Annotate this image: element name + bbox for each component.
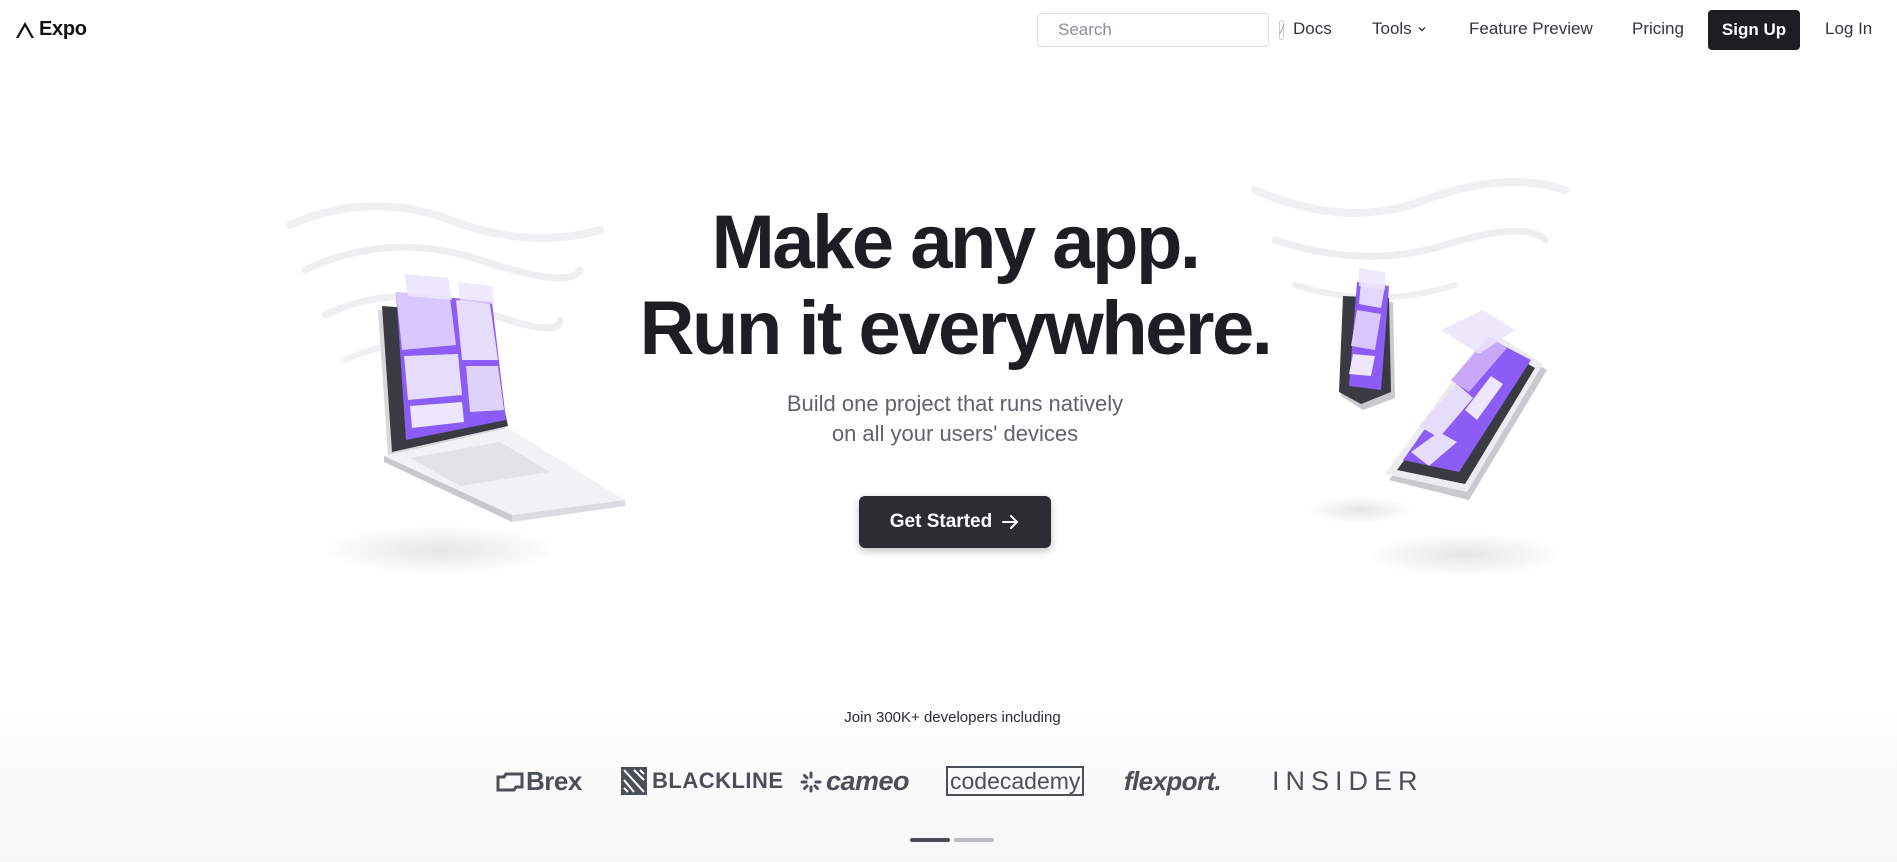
sign-up-button[interactable]: Sign Up [1708,10,1800,50]
nav-link-docs[interactable]: Docs [1293,19,1332,39]
carousel-indicator-1[interactable] [910,838,950,842]
search-shortcut-key: / [1279,20,1285,40]
log-in-link[interactable]: Log In [1825,19,1872,39]
brex-logo: Brex [496,766,582,797]
join-developers-text: Join 300K+ developers including [844,709,1061,726]
chevron-down-icon [1418,27,1426,32]
arrow-right-icon [1002,515,1019,529]
nav-link-tools[interactable]: Tools [1372,19,1427,39]
codecademy-logo: codecademy [946,766,1085,796]
hero-subtitle-line-1: Build one project that runs natively [786,391,1124,416]
top-navigation: Expo / Docs Tools Feature Preview Pricin… [0,0,1897,60]
search-box[interactable]: / [1037,13,1285,47]
insider-logo: INSIDER [1272,766,1424,797]
cameo-logo: cameo [800,766,910,797]
get-started-button[interactable]: Get Started [859,496,1051,548]
codecademy-logo-text: codecademy [946,766,1085,796]
cameo-logo-text: cameo [826,766,910,796]
nav-link-tools-label: Tools [1372,19,1412,38]
logo-text: Expo [39,18,87,40]
search-input[interactable] [1058,20,1279,40]
insider-logo-text: INSIDER [1272,766,1424,796]
nav-link-pricing[interactable]: Pricing [1632,19,1684,39]
flexport-logo: flexport. [1124,766,1222,797]
brex-mark-icon [496,772,524,791]
blackline-logo: BLACKLINE [620,766,784,796]
nav-link-feature-preview[interactable]: Feature Preview [1469,19,1593,39]
flexport-logo-text: flexport. [1124,766,1222,796]
blackline-mark-icon [621,767,647,795]
brex-logo-text: Brex [526,766,582,796]
cameo-mark-icon [800,771,822,792]
hero-title-line-2: Run it everywhere. [639,286,1273,371]
hero-title-line-1: Make any app. [711,200,1201,285]
get-started-label: Get Started [889,511,993,532]
expo-logo-icon [16,21,34,38]
expo-logo[interactable]: Expo [15,18,87,41]
carousel-indicator-2[interactable] [954,838,994,842]
blackline-logo-text: BLACKLINE [652,768,784,793]
hero-subtitle-line-2: on all your users' devices [831,421,1079,446]
